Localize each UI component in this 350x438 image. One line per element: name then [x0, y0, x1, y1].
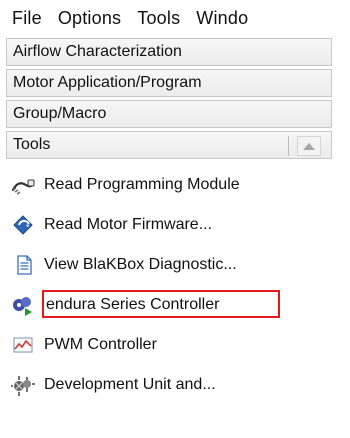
tool-development-unit[interactable]: Development Unit and... [6, 365, 344, 405]
pwm-chart-icon [10, 334, 36, 356]
tool-label: Development Unit and... [44, 376, 216, 393]
group-motor-application-program[interactable]: Motor Application/Program [6, 69, 332, 97]
group-label: Group/Macro [13, 105, 107, 122]
menu-options[interactable]: Options [58, 8, 121, 29]
tool-label: PWM Controller [44, 336, 157, 353]
tool-pwm-controller[interactable]: PWM Controller [6, 325, 344, 365]
app-window: File Options Tools Windo Airflow Charact… [0, 0, 350, 438]
tools-list: Read Programming Module Read Motor Firmw… [6, 165, 344, 405]
tool-panel: Airflow Characterization Motor Applicati… [6, 38, 344, 434]
development-unit-icon [10, 374, 36, 396]
document-icon [10, 254, 36, 276]
collapse-button[interactable] [297, 136, 321, 156]
group-group-macro[interactable]: Group/Macro [6, 100, 332, 128]
menu-bar: File Options Tools Windo [0, 0, 350, 36]
tool-label: endura Series Controller [46, 296, 220, 313]
group-airflow-characterization[interactable]: Airflow Characterization [6, 38, 332, 66]
tool-label: View BlaKBox Diagnostic... [44, 256, 237, 273]
menu-file[interactable]: File [12, 8, 42, 29]
tool-endura-series-controller[interactable]: endura Series Controller [6, 285, 344, 325]
tool-view-blakbox-diagnostic[interactable]: View BlaKBox Diagnostic... [6, 245, 344, 285]
cable-icon [10, 174, 36, 196]
header-divider [288, 136, 289, 156]
group-label: Tools [13, 136, 51, 153]
chip-read-icon [10, 214, 36, 236]
tool-read-programming-module[interactable]: Read Programming Module [6, 165, 344, 205]
tool-label: Read Programming Module [44, 176, 240, 193]
group-label: Airflow Characterization [13, 43, 182, 60]
group-label: Motor Application/Program [13, 74, 202, 91]
menu-tools[interactable]: Tools [137, 8, 180, 29]
motor-controller-icon [10, 294, 36, 316]
group-tools-header[interactable]: Tools [6, 131, 332, 159]
chevron-up-icon [303, 143, 315, 150]
tool-label: Read Motor Firmware... [44, 216, 213, 233]
tool-read-motor-firmware[interactable]: Read Motor Firmware... [6, 205, 344, 245]
menu-window[interactable]: Windo [196, 8, 248, 29]
